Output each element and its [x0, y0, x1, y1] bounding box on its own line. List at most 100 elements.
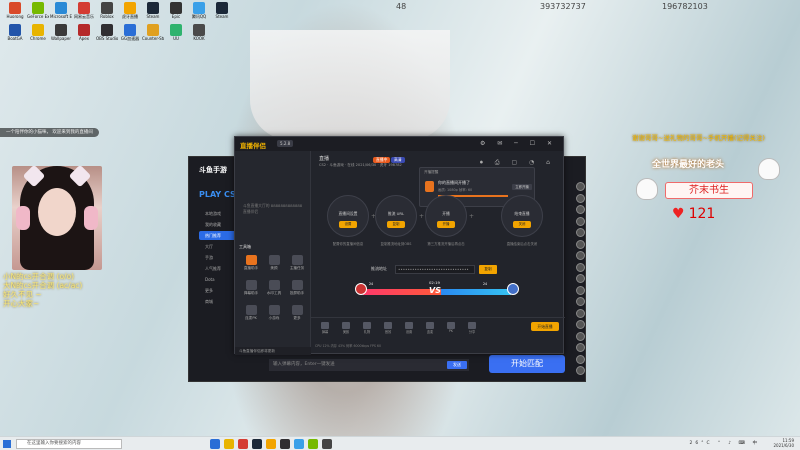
viewer-avatar[interactable] — [576, 308, 585, 318]
pk-bar-right — [441, 289, 511, 295]
desktop-icon-label: OBS Studio — [96, 36, 118, 41]
window-controls[interactable]: ⚙ ✉ ─ ☐ ✕ — [480, 140, 557, 147]
taskbar-app-icon[interactable] — [266, 439, 276, 449]
viewer-avatar[interactable] — [576, 251, 585, 260]
taskbar-app-icon[interactable] — [224, 439, 234, 449]
tray-icons[interactable]: 26°C ⌃ ♪ ⌨ 中 — [690, 440, 760, 446]
tool-item[interactable]: 投屏助手 — [287, 280, 307, 302]
header-icons[interactable]: ⏺ ⎙ ▢ ◔ ⌂ — [480, 159, 555, 167]
desktop-icon[interactable]: UU — [165, 24, 187, 41]
tool-item[interactable]: 小游戏 — [264, 305, 284, 327]
taskbar-app-icon[interactable] — [210, 439, 220, 449]
tool-label: 美颜 — [270, 266, 278, 270]
rtmp-field[interactable]: •••••••••••••••••••••••••••••• — [395, 265, 475, 274]
flow-step-button[interactable]: 开播 — [437, 221, 455, 228]
taskbar-search[interactable]: 在这里输入你要搜索的内容 — [16, 439, 122, 449]
viewer-avatar[interactable] — [576, 228, 585, 237]
flow-step-button[interactable]: 复制 — [387, 221, 405, 228]
desktop-icon[interactable]: Chrome — [27, 24, 49, 41]
desktop-icon[interactable]: BoatGA — [4, 24, 26, 41]
desktop-icon[interactable]: Steam — [211, 2, 233, 19]
bottom-tool[interactable]: 音效 — [380, 320, 396, 334]
viewer-avatar[interactable] — [576, 239, 585, 249]
tools-label: 工具箱 — [239, 244, 251, 249]
desktop-icon[interactable]: Steam — [142, 2, 164, 19]
bottom-tool[interactable]: 设置 — [401, 320, 417, 334]
tool-item[interactable]: 美颜 — [264, 255, 284, 277]
flow-step-button[interactable]: 关闭 — [513, 221, 531, 228]
app-icon — [32, 24, 44, 36]
viewer-avatar[interactable] — [576, 274, 585, 283]
chat-send-button[interactable]: 发送 — [447, 361, 467, 369]
bottom-tool[interactable]: PK — [443, 320, 459, 333]
bottom-tool[interactable]: 美颜 — [338, 320, 354, 334]
rtmp-copy-button[interactable]: 复制 — [479, 265, 497, 274]
viewer-avatar[interactable] — [576, 366, 585, 375]
desktop-icon[interactable]: GeForce Experience — [27, 2, 49, 19]
tool-item[interactable]: 主播任务 — [287, 255, 307, 277]
bottom-tool[interactable]: 礼物 — [359, 320, 375, 334]
tool-label: 小游戏 — [268, 316, 280, 320]
top-stat-right: 196782103 — [662, 2, 708, 11]
bottom-tool-label: 设置 — [405, 330, 413, 334]
desktop-icon[interactable]: Counter-Strike — [142, 24, 164, 41]
go-live-button[interactable]: 开始直播 — [531, 322, 559, 331]
bottom-tool-icon — [321, 322, 329, 329]
viewer-avatar[interactable] — [576, 216, 585, 226]
heart-counter: ♥ 121 — [672, 206, 715, 222]
viewer-avatar[interactable] — [576, 262, 585, 272]
viewer-avatar[interactable] — [576, 285, 585, 295]
start-match-button[interactable]: 开始匹配 — [489, 355, 565, 373]
desktop-icon[interactable]: KOOK — [188, 24, 210, 41]
popup-button[interactable]: 立即开播 — [512, 184, 532, 190]
taskbar-app-icon[interactable] — [322, 439, 332, 449]
flow-step-button[interactable]: 设置 — [339, 221, 357, 228]
viewer-avatar[interactable] — [576, 205, 585, 214]
desktop-icon[interactable]: 网易云音乐 — [73, 2, 95, 19]
tool-item[interactable]: 水印工具 — [264, 280, 284, 302]
desktop-icon[interactable]: 腾讯QQ — [188, 2, 210, 19]
taskbar-app-icon[interactable] — [238, 439, 248, 449]
taskbar-app-icon[interactable] — [252, 439, 262, 449]
app-icon — [32, 2, 44, 14]
bottom-tool-icon — [384, 322, 392, 329]
desktop-icon[interactable]: Epic — [165, 2, 187, 19]
desktop-icon[interactable]: Wallpaper — [50, 24, 72, 41]
desktop-icon[interactable]: Roblox — [96, 2, 118, 19]
tool-item[interactable]: 连麦PK — [241, 305, 261, 327]
tool-icon — [245, 305, 257, 315]
viewer-avatar[interactable] — [576, 193, 585, 203]
desktop-icon[interactable]: OBS Studio — [96, 24, 118, 41]
viewer-avatar[interactable] — [576, 343, 585, 352]
windows-start-icon[interactable] — [3, 440, 11, 448]
viewer-avatar[interactable] — [576, 331, 585, 341]
desktop-icon[interactable]: Huorong — [4, 2, 26, 19]
clock[interactable]: 11:59 2021/6/30 — [773, 438, 794, 448]
taskbar-app-icon[interactable] — [308, 439, 318, 449]
viewer-avatar[interactable] — [576, 182, 585, 191]
tool-item[interactable]: 弹幕助手 — [241, 280, 261, 302]
flow-step-title: 推流 URL — [387, 211, 405, 216]
taskbar-app-icon[interactable] — [294, 439, 304, 449]
taskbar-app-icon[interactable] — [280, 439, 290, 449]
desktop-icon[interactable]: Microsoft Edge — [50, 2, 72, 19]
tool-item[interactable]: 直播助手 — [241, 255, 261, 277]
room-subtitle: CS2 · 斗鱼游戏 · 在线 2021/06/30 · 虎牙 198782 — [319, 163, 402, 167]
desktop-icon-label: 网易云音乐 — [74, 14, 94, 19]
bottom-tool[interactable]: 连麦 — [422, 320, 438, 334]
viewer-avatar[interactable] — [576, 320, 585, 329]
bottom-tool-icon — [363, 322, 371, 329]
chat-input[interactable]: 输入弹幕内容，Enter一键发送 — [269, 359, 469, 371]
desktop-icon[interactable]: 虎牙直播 — [119, 2, 141, 19]
viewer-avatar[interactable] — [576, 354, 585, 364]
bottom-tool[interactable]: 分享 — [464, 320, 480, 334]
tool-item[interactable]: 更多 — [287, 305, 307, 327]
desktop-icon[interactable]: Apex — [73, 24, 95, 41]
desktop-icon-label: Steam — [146, 14, 160, 19]
desktop-icon-label: Microsoft Edge — [50, 14, 72, 19]
taskbar: 在这里输入你要搜索的内容 26°C ⌃ ♪ ⌨ 中 11:59 2021/6/3… — [0, 436, 800, 450]
desktop-icon[interactable]: GG加速器 — [119, 24, 141, 41]
viewer-avatar[interactable] — [576, 297, 585, 306]
top-supporter-banner: 全世界最好的老头 — [652, 160, 725, 170]
bottom-tool[interactable]: 弹幕 — [317, 320, 333, 334]
